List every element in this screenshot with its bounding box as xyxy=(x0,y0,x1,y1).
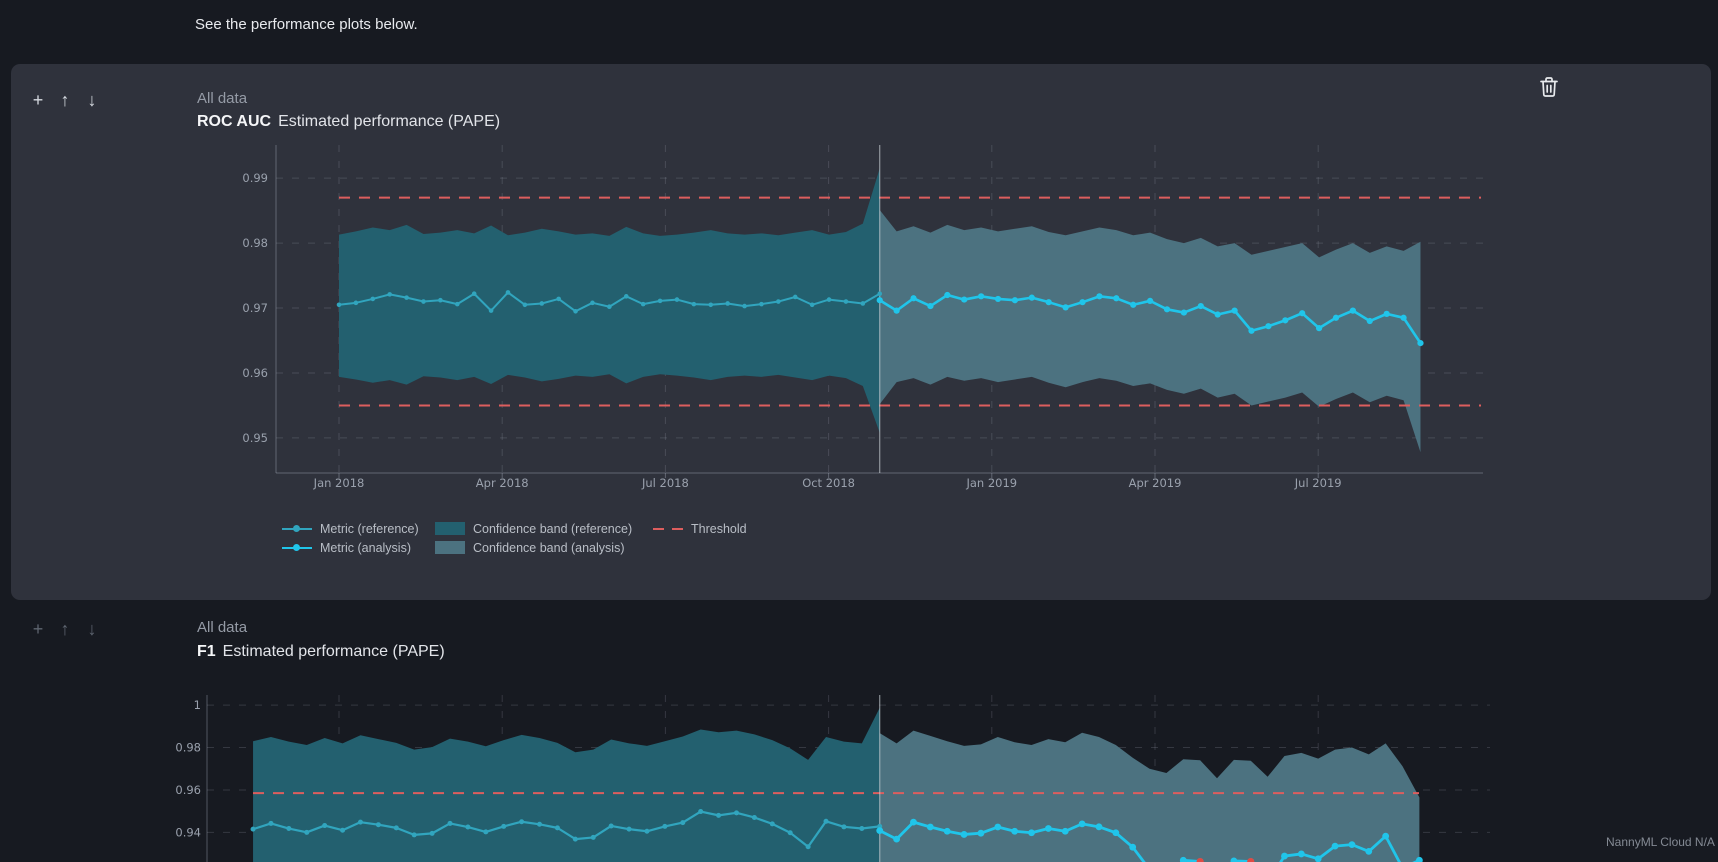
chart-legend: Metric (reference) Confidence band (refer… xyxy=(282,519,793,557)
move-plot-up-button-2[interactable]: ↑ xyxy=(55,619,75,639)
legend-swatch-band xyxy=(435,522,465,535)
legend-item[interactable]: Confidence band (reference) xyxy=(435,522,653,536)
move-plot-down-button[interactable]: ↓ xyxy=(82,90,102,110)
move-plot-up-button[interactable]: ↑ xyxy=(55,90,75,110)
chart-title-rest-2: Estimated performance (PAPE) xyxy=(223,643,445,660)
nannyml-brand-label: NannyML Cloud N/A xyxy=(1606,835,1715,849)
legend-item[interactable]: Threshold xyxy=(653,522,793,536)
legend-swatch-line xyxy=(282,528,312,530)
legend-label: Confidence band (reference) xyxy=(473,522,632,536)
performance-dashboard: { "page": { "intro_text": "See the perfo… xyxy=(0,0,1718,862)
svg-text:0.94: 0.94 xyxy=(175,825,201,839)
f1-chart[interactable]: 1 0.98 0.96 0.94 xyxy=(150,686,1510,862)
legend-item[interactable]: Metric (reference) xyxy=(282,522,435,536)
svg-text:Jul 2018: Jul 2018 xyxy=(641,476,689,490)
add-plot-button[interactable]: + xyxy=(28,90,48,110)
scope-label-2: All data xyxy=(197,619,247,636)
svg-text:0.95: 0.95 xyxy=(242,431,268,445)
svg-text:Jul 2019: Jul 2019 xyxy=(1294,476,1342,490)
svg-text:Oct 2018: Oct 2018 xyxy=(802,476,855,490)
svg-text:0.96: 0.96 xyxy=(175,783,201,797)
svg-text:0.97: 0.97 xyxy=(242,301,268,315)
add-plot-button-2[interactable]: + xyxy=(28,619,48,639)
legend-swatch-dash xyxy=(653,528,683,530)
legend-item[interactable]: Confidence band (analysis) xyxy=(435,541,653,555)
scope-label: All data xyxy=(197,90,247,107)
svg-text:0.96: 0.96 xyxy=(242,366,268,380)
move-plot-down-button-2[interactable]: ↓ xyxy=(82,619,102,639)
legend-item[interactable]: Metric (analysis) xyxy=(282,541,435,555)
trash-icon xyxy=(1538,75,1560,99)
roc-auc-chart[interactable]: 0.99 0.98 0.97 0.96 0.95 Jan 2018 Apr 2018 Jul … xyxy=(195,126,1515,502)
svg-text:Jan 2018: Jan 2018 xyxy=(313,476,365,490)
chart-title-2: F1 Estimated performance (PAPE) xyxy=(197,643,445,661)
legend-swatch-line xyxy=(282,547,312,549)
legend-swatch-band xyxy=(435,541,465,554)
svg-text:0.98: 0.98 xyxy=(242,236,268,250)
metric-name-2: F1 xyxy=(197,643,216,660)
svg-text:Apr 2019: Apr 2019 xyxy=(1129,476,1182,490)
svg-text:Jan 2019: Jan 2019 xyxy=(965,476,1017,490)
legend-label: Confidence band (analysis) xyxy=(473,541,624,555)
intro-text: See the performance plots below. xyxy=(195,16,418,33)
svg-text:1: 1 xyxy=(194,698,201,712)
svg-text:Apr 2018: Apr 2018 xyxy=(476,476,529,490)
legend-label: Threshold xyxy=(691,522,747,536)
svg-text:0.99: 0.99 xyxy=(242,171,268,185)
legend-label: Metric (analysis) xyxy=(320,541,411,555)
svg-text:0.98: 0.98 xyxy=(175,741,201,755)
delete-plot-button[interactable] xyxy=(1533,72,1565,104)
legend-label: Metric (reference) xyxy=(320,522,419,536)
